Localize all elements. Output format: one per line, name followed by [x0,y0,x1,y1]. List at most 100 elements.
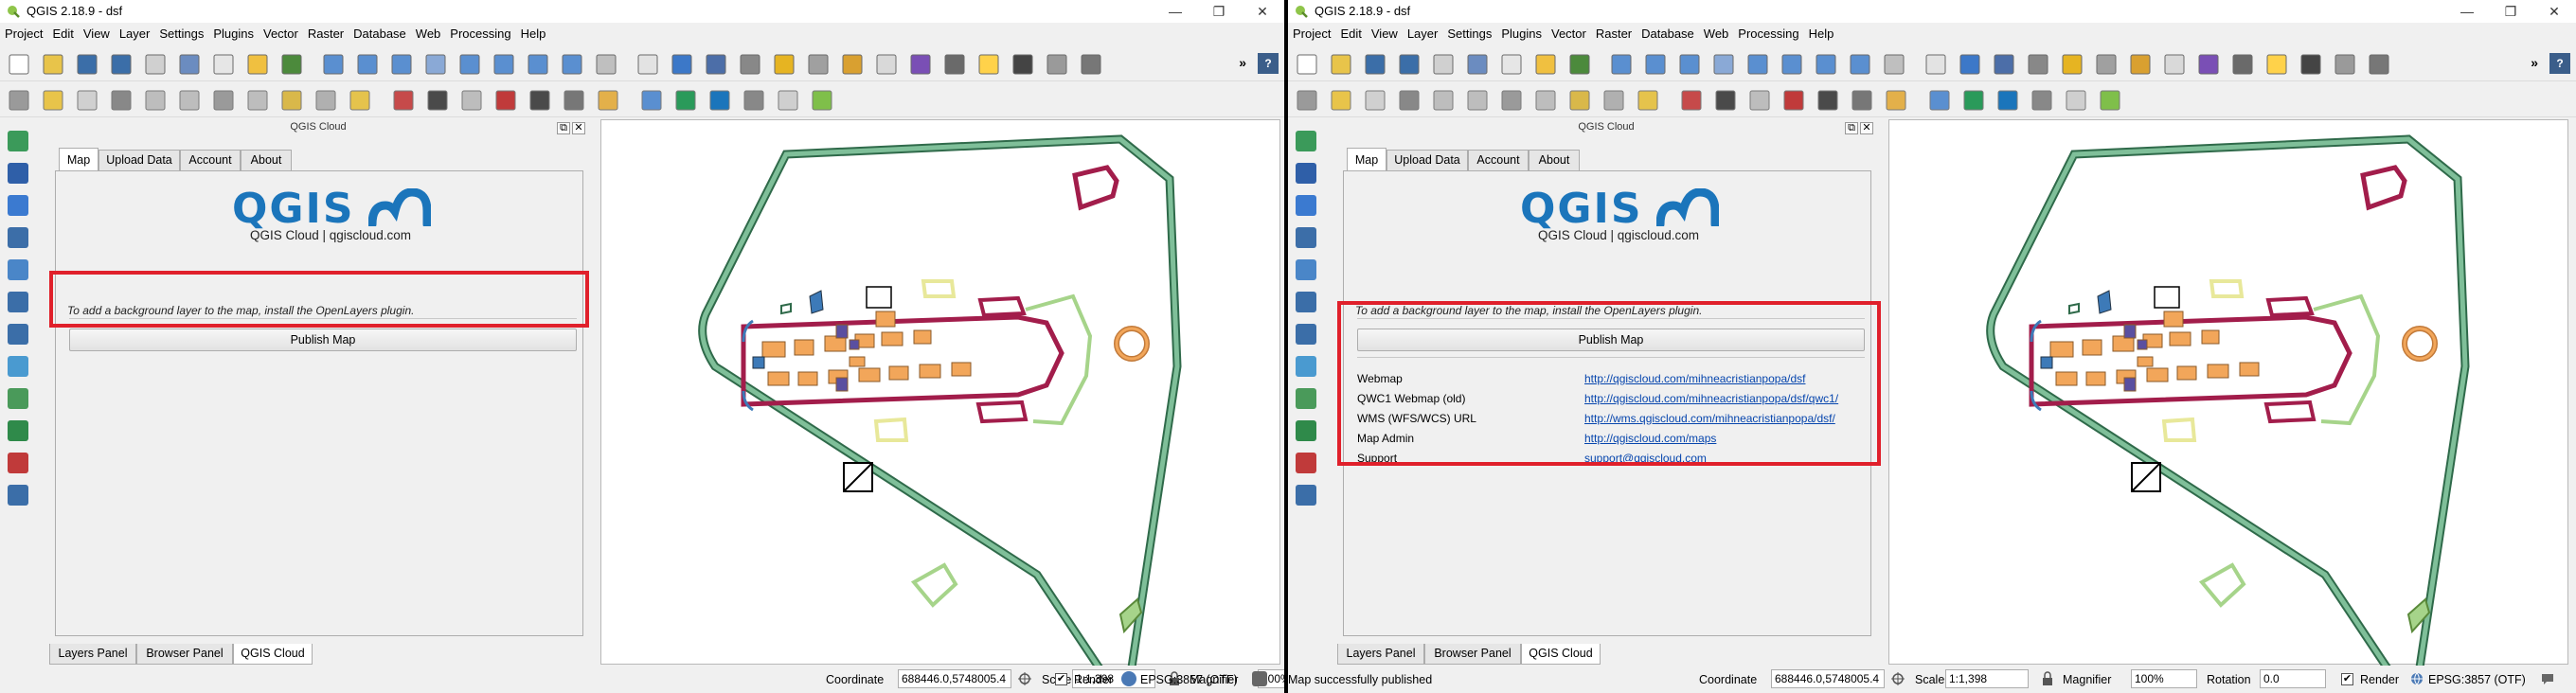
toolbar-tool-icon[interactable] [675,90,696,111]
toolbar-tool-icon[interactable] [1535,90,1556,111]
menu-view[interactable]: View [1367,23,1403,41]
coordinate-field[interactable]: 688446.0,5748005.4 [898,669,1011,688]
toolbar-tool-icon[interactable] [2130,54,2151,75]
toolbar-tool-icon[interactable] [1783,90,1804,111]
toolbar-tool-icon[interactable] [1365,54,1386,75]
toolbar-tool-icon[interactable] [213,90,234,111]
map-canvas[interactable] [1888,119,2568,666]
chapel-outline[interactable] [2263,400,2317,424]
toolbar-tool-icon[interactable] [2096,54,2117,75]
toolbar-tool-icon[interactable] [459,54,480,75]
toolbar-tool-icon[interactable] [671,54,692,75]
toolbar-tool-icon[interactable] [743,90,764,111]
toolbar-tool-icon[interactable] [2062,54,2083,75]
dock-close-icon[interactable]: ✕ [1860,122,1873,134]
toolbar-tool-icon[interactable] [9,54,29,75]
nave-outline[interactable] [2029,314,2352,407]
menu-vector[interactable]: Vector [259,23,303,41]
room-polygon[interactable] [835,377,849,392]
toolbar-tool-icon[interactable] [1850,54,1870,75]
toolbar-tool-icon[interactable] [2031,90,2052,111]
tab-browser-panel[interactable]: Browser Panel [136,644,233,665]
wall-notch[interactable] [2068,302,2080,315]
crs-globe-icon[interactable] [2409,671,2424,686]
toolbar-tool-icon[interactable] [1012,54,1033,75]
add-layer-icon[interactable] [8,131,28,151]
crs-label[interactable]: EPSG:3857 (OTF) [1140,673,1238,686]
add-layer-icons[interactable] [0,121,42,651]
add-layer-icon[interactable] [8,227,28,248]
map-canvas[interactable] [600,119,1280,666]
add-layer-icon[interactable] [1296,131,1316,151]
toolbar-tool-icon[interactable] [1501,90,1522,111]
square-feature[interactable] [2154,286,2180,309]
maximize-button[interactable]: ❐ [1197,0,1241,23]
toolbar-icons-row-2[interactable] [1288,81,2510,117]
help-icon[interactable]: ? [2549,53,2570,74]
add-layer-icon[interactable] [8,420,28,441]
toolbar-tool-icon[interactable] [562,54,582,75]
toolbar-tool-icon[interactable] [1433,54,1454,75]
toolbar-tool-icon[interactable] [1046,54,1067,75]
toolbar-tool-icon[interactable] [247,54,268,75]
toolbar-tool-icon[interactable] [564,90,584,111]
tab-about[interactable]: About [1529,150,1580,170]
tab-browser-panel[interactable]: Browser Panel [1424,644,1521,665]
yellow-room[interactable] [2209,279,2245,298]
yellow-room[interactable] [921,279,957,298]
gate-building[interactable] [2198,562,2246,608]
add-layer-icon[interactable] [1296,356,1316,377]
toolbar-tool-icon[interactable] [808,54,829,75]
chapel-outline[interactable] [2265,295,2315,318]
toolbar-tool-icon[interactable] [1603,90,1624,111]
room-polygon[interactable] [794,339,814,356]
magnifier-field[interactable]: 100% [2131,669,2197,688]
toolbar-tool-icon[interactable] [709,90,730,111]
tower-outline[interactable] [2360,165,2407,211]
wall-notch[interactable] [780,302,792,315]
add-layer-icon[interactable] [8,292,28,312]
toolbar-tool-icon[interactable] [1365,90,1386,111]
toolbar-tool-icon[interactable] [1569,90,1590,111]
toolbar-tool-icon[interactable] [349,90,370,111]
room-polygon[interactable] [875,311,896,328]
toolbar-tool-icon[interactable] [323,54,344,75]
blue-room[interactable] [2040,290,2112,369]
toolbar-tool-icon[interactable] [978,54,999,75]
round-tower-fill[interactable] [2403,327,2437,361]
menu-project[interactable]: Project [1288,23,1335,41]
dock-float-icon[interactable]: ⧉ [1845,122,1858,134]
tab-qgis-cloud[interactable]: QGIS Cloud [1521,644,1601,665]
room-polygon[interactable] [797,371,818,386]
dock-float-icon[interactable]: ⧉ [557,122,570,134]
toolbar-tool-icon[interactable] [778,90,798,111]
toolbar-tool-icon[interactable] [740,54,760,75]
menu-plugins[interactable]: Plugins [208,23,259,41]
tab-account[interactable]: Account [180,150,241,170]
toolbar-tool-icon[interactable] [641,90,662,111]
toolbar-overflow-button[interactable]: » [1239,55,1246,70]
add-layer-icon[interactable] [1296,453,1316,473]
menu-raster[interactable]: Raster [1591,23,1637,41]
room-polygon[interactable] [2137,356,2154,367]
toolbar-tool-icon[interactable] [9,90,29,111]
toolbar-icons-row-1[interactable] [0,45,1222,81]
square-feature[interactable] [866,286,892,309]
room-polygon[interactable] [2201,329,2220,345]
room-polygon[interactable] [2082,339,2102,356]
room-polygon[interactable] [2049,341,2074,358]
toolbar-tool-icon[interactable] [2300,54,2321,75]
toolbar-tool-icon[interactable] [1399,90,1420,111]
menu-plugins[interactable]: Plugins [1496,23,1547,41]
room-polygon[interactable] [2176,365,2197,381]
crs-globe-icon[interactable] [1121,671,1136,686]
close-button[interactable]: ✕ [2532,0,2576,23]
add-layer-icon[interactable] [8,163,28,184]
menu-edit[interactable]: Edit [47,23,78,41]
toolbar-tool-icon[interactable] [1501,54,1522,75]
toolbar-tool-icon[interactable] [1997,90,2018,111]
menu-layer[interactable]: Layer [1403,23,1443,41]
menu-database[interactable]: Database [349,23,411,41]
toolbar-tool-icon[interactable] [2198,54,2219,75]
toolbar-tool-icon[interactable] [1715,90,1736,111]
